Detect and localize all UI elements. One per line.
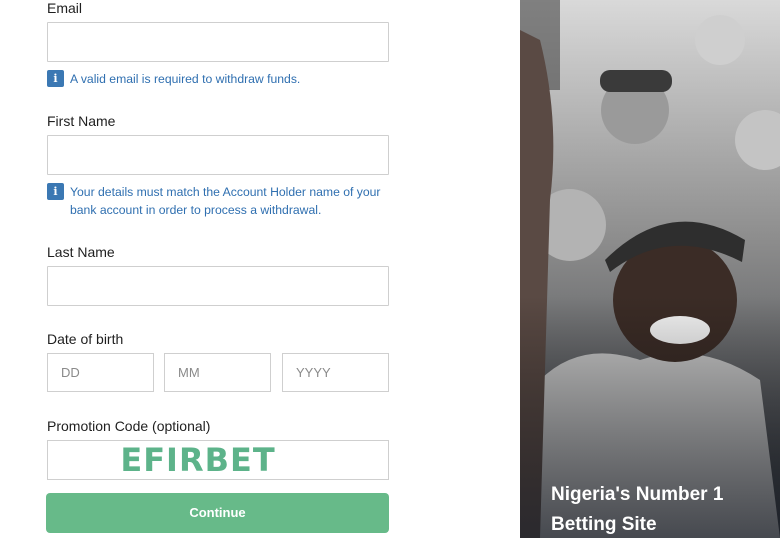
email-hint: i A valid email is required to withdraw … bbox=[47, 70, 390, 88]
first-name-label: First Name bbox=[47, 113, 116, 129]
name-hint: i Your details must match the Account Ho… bbox=[47, 183, 390, 219]
hero-image-panel: Nigeria's Number 1 Betting Site bbox=[520, 0, 780, 538]
crowd-photo bbox=[520, 0, 780, 538]
promo-label: Promotion Code (optional) bbox=[47, 418, 211, 434]
hero-caption-line1: Nigeria's Number 1 bbox=[551, 484, 724, 505]
hero-caption-line2: Betting Site bbox=[551, 514, 657, 535]
first-name-field[interactable] bbox=[47, 135, 389, 175]
last-name-label: Last Name bbox=[47, 244, 115, 260]
email-label: Email bbox=[47, 0, 83, 16]
dob-day-input[interactable]: DD bbox=[47, 353, 154, 392]
dob-month-input[interactable]: MM bbox=[164, 353, 271, 392]
promo-code-field[interactable]: EFIRBET bbox=[47, 440, 389, 480]
info-icon: i bbox=[47, 183, 64, 200]
email-hint-text: A valid email is required to withdraw fu… bbox=[70, 72, 301, 86]
registration-form: Email i A valid email is required to wit… bbox=[0, 0, 520, 538]
email-field[interactable] bbox=[47, 22, 389, 62]
dob-year-input[interactable]: YYYY bbox=[282, 353, 389, 392]
info-icon: i bbox=[47, 70, 64, 87]
name-hint-text: Your details must match the Account Hold… bbox=[70, 185, 381, 217]
dob-label: Date of birth bbox=[47, 331, 124, 347]
last-name-field[interactable] bbox=[47, 266, 389, 306]
continue-button[interactable]: Continue bbox=[46, 493, 389, 533]
hero-caption: Nigeria's Number 1 Betting Site bbox=[551, 480, 771, 538]
